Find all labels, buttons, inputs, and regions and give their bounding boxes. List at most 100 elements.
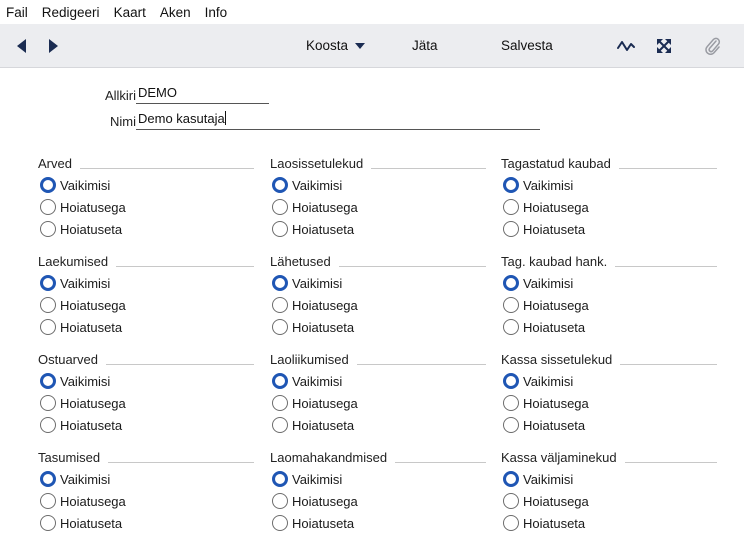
radio-checked-icon[interactable] [503,373,519,389]
radio-option-hoiatuseta[interactable]: Hoiatuseta [501,316,717,338]
radio-unchecked-icon[interactable] [40,221,56,237]
nimi-value: Demo kasutaja [138,111,225,126]
radio-option-hoiatusega[interactable]: Hoiatusega [501,490,717,512]
radio-checked-icon[interactable] [40,275,56,291]
radio-option-vaikimisi[interactable]: Vaikimisi [38,174,254,196]
radio-checked-icon[interactable] [272,177,288,193]
radio-option-vaikimisi[interactable]: Vaikimisi [501,272,717,294]
radio-label: Hoiatuseta [292,515,355,531]
radio-label: Vaikimisi [60,471,111,487]
menu-aken[interactable]: Aken [160,5,191,20]
radio-option-vaikimisi[interactable]: Vaikimisi [501,370,717,392]
menu-info[interactable]: Info [205,5,228,20]
radio-checked-icon[interactable] [40,373,56,389]
radio-unchecked-icon[interactable] [272,199,288,215]
radio-checked-icon[interactable] [272,275,288,291]
radio-option-hoiatusega[interactable]: Hoiatusega [501,392,717,414]
radio-unchecked-icon[interactable] [272,221,288,237]
next-record-button[interactable] [45,38,61,54]
radio-checked-icon[interactable] [40,471,56,487]
nimi-field[interactable]: Demo kasutaja [136,110,540,130]
radio-option-vaikimisi[interactable]: Vaikimisi [270,174,486,196]
radio-unchecked-icon[interactable] [503,199,519,215]
radio-unchecked-icon[interactable] [503,493,519,509]
radio-option-hoiatuseta[interactable]: Hoiatuseta [501,414,717,436]
radio-checked-icon[interactable] [40,177,56,193]
radio-unchecked-icon[interactable] [503,221,519,237]
radio-checked-icon[interactable] [272,471,288,487]
radio-unchecked-icon[interactable] [40,395,56,411]
radio-option-hoiatuseta[interactable]: Hoiatuseta [38,218,254,240]
radio-unchecked-icon[interactable] [40,199,56,215]
radio-option-vaikimisi[interactable]: Vaikimisi [270,370,486,392]
group-title: Laosissetulekud [270,156,372,171]
radio-unchecked-icon[interactable] [272,515,288,531]
radio-label: Hoiatuseta [523,417,586,433]
radio-unchecked-icon[interactable] [503,515,519,531]
radio-option-hoiatusega[interactable]: Hoiatusega [38,196,254,218]
expand-button[interactable] [654,37,674,55]
radio-checked-icon[interactable] [503,275,519,291]
radio-option-hoiatusega[interactable]: Hoiatusega [270,392,486,414]
radio-unchecked-icon[interactable] [40,297,56,313]
previous-record-button[interactable] [13,38,29,54]
radio-checked-icon[interactable] [272,373,288,389]
radio-option-hoiatuseta[interactable]: Hoiatuseta [270,414,486,436]
radio-option-vaikimisi[interactable]: Vaikimisi [38,272,254,294]
radio-unchecked-icon[interactable] [40,515,56,531]
radio-unchecked-icon[interactable] [272,319,288,335]
radio-option-hoiatuseta[interactable]: Hoiatuseta [38,414,254,436]
allkiri-field[interactable]: DEMO [136,84,269,104]
radio-unchecked-icon[interactable] [272,417,288,433]
radio-unchecked-icon[interactable] [503,395,519,411]
radio-option-vaikimisi[interactable]: Vaikimisi [501,468,717,490]
radio-checked-icon[interactable] [503,177,519,193]
pulse-button[interactable] [616,37,636,55]
radio-option-vaikimisi[interactable]: Vaikimisi [38,370,254,392]
radio-option-hoiatuseta[interactable]: Hoiatuseta [270,316,486,338]
radio-unchecked-icon[interactable] [40,319,56,335]
attachment-button[interactable] [703,37,723,56]
radio-option-hoiatusega[interactable]: Hoiatusega [270,490,486,512]
radio-option-hoiatuseta[interactable]: Hoiatuseta [501,218,717,240]
menu-kaart[interactable]: Kaart [114,5,146,20]
radio-option-hoiatusega[interactable]: Hoiatusega [38,490,254,512]
radio-option-hoiatusega[interactable]: Hoiatusega [270,196,486,218]
radio-option-vaikimisi[interactable]: Vaikimisi [501,174,717,196]
next-arrow-icon [48,39,58,53]
radio-unchecked-icon[interactable] [40,493,56,509]
menu-redigeeri[interactable]: Redigeeri [42,5,100,20]
radio-unchecked-icon[interactable] [272,297,288,313]
prev-arrow-icon [16,39,26,53]
radio-option-hoiatuseta[interactable]: Hoiatuseta [270,512,486,534]
radio-option-vaikimisi[interactable]: Vaikimisi [38,468,254,490]
radio-group: Tag. kaubad hank. Vaikimisi Hoiatusega Hoia… [501,254,717,338]
radio-option-hoiatusega[interactable]: Hoiatusega [38,294,254,316]
radio-option-hoiatusega[interactable]: Hoiatusega [38,392,254,414]
radio-label: Hoiatuseta [292,417,355,433]
radio-option-vaikimisi[interactable]: Vaikimisi [270,468,486,490]
koosta-button[interactable]: Koosta [306,38,366,53]
radio-unchecked-icon[interactable] [503,319,519,335]
radio-option-hoiatuseta[interactable]: Hoiatuseta [38,512,254,534]
group-header: Tag. kaubad hank. [501,254,717,272]
jata-button[interactable]: Jäta [412,38,438,53]
radio-unchecked-icon[interactable] [40,417,56,433]
radio-option-hoiatuseta[interactable]: Hoiatuseta [38,316,254,338]
radio-label: Vaikimisi [60,275,111,291]
radio-unchecked-icon[interactable] [503,417,519,433]
radio-option-hoiatusega[interactable]: Hoiatusega [270,294,486,316]
radio-option-hoiatuseta[interactable]: Hoiatuseta [270,218,486,240]
menu-fail[interactable]: Fail [6,5,28,20]
radio-label: Hoiatusega [523,395,589,411]
radio-unchecked-icon[interactable] [272,395,288,411]
radio-option-vaikimisi[interactable]: Vaikimisi [270,272,486,294]
radio-option-hoiatusega[interactable]: Hoiatusega [501,294,717,316]
group-title: Kassa väljaminekud [501,450,625,465]
radio-checked-icon[interactable] [503,471,519,487]
radio-unchecked-icon[interactable] [272,493,288,509]
radio-option-hoiatuseta[interactable]: Hoiatuseta [501,512,717,534]
radio-option-hoiatusega[interactable]: Hoiatusega [501,196,717,218]
radio-unchecked-icon[interactable] [503,297,519,313]
salvesta-button[interactable]: Salvesta [501,38,553,53]
